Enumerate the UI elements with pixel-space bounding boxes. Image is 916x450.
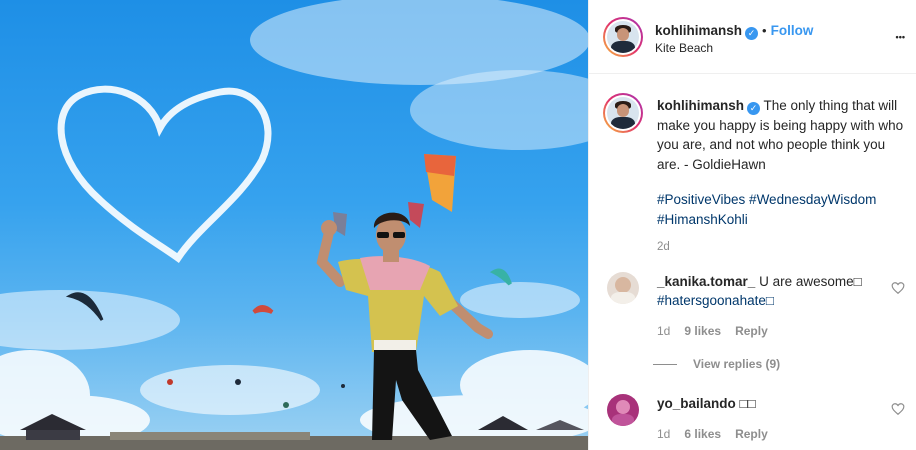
post-side-panel: kohlihimansh ✓ • Follow Kite Beach ••• kohl… — [588, 0, 916, 450]
beach-kite-scene — [0, 0, 588, 450]
commenter-avatar[interactable] — [607, 272, 639, 304]
commenter-username[interactable]: yo_bailando — [657, 396, 736, 411]
verified-badge-icon: ✓ — [747, 102, 761, 115]
caption-username[interactable]: kohlihimansh — [657, 98, 744, 113]
commenter-avatar[interactable] — [607, 394, 639, 426]
reply-button[interactable]: Reply — [735, 427, 768, 441]
comment-age[interactable]: 1d — [657, 427, 670, 441]
post-location[interactable]: Kite Beach — [655, 41, 713, 55]
caption-hashtag-name[interactable]: #HimanshKohli — [657, 210, 905, 230]
comment-text: □□ — [739, 396, 756, 411]
view-replies-label[interactable]: View replies (9) — [693, 357, 780, 371]
caption-hashtags[interactable]: #PositiveVibes #WednesdayWisdom — [657, 190, 905, 210]
author-avatar[interactable] — [603, 17, 643, 57]
replies-divider — [653, 364, 677, 366]
follow-button[interactable]: Follow — [771, 23, 814, 38]
caption-block: kohlihimansh ✓ The only thing that will m… — [589, 88, 916, 258]
caption-age[interactable]: 2d — [657, 238, 905, 258]
comment-hashtag[interactable]: #hatersgoonahate□ — [657, 291, 872, 310]
view-replies-button[interactable]: View replies (9) — [653, 357, 780, 371]
comment-age[interactable]: 1d — [657, 324, 670, 338]
more-options-icon[interactable]: ••• — [896, 32, 905, 42]
reply-button[interactable]: Reply — [735, 324, 768, 338]
commenter-username[interactable]: _kanika.tomar_ — [657, 274, 755, 289]
heart-outline-icon[interactable] — [891, 281, 905, 295]
post-header: kohlihimansh ✓ • Follow Kite Beach ••• — [589, 0, 916, 74]
comment-likes[interactable]: 9 likes — [684, 324, 721, 338]
author-username[interactable]: kohlihimansh — [655, 23, 742, 38]
post-photo[interactable] — [0, 0, 588, 450]
comment-likes[interactable]: 6 likes — [684, 427, 721, 441]
heart-outline-icon[interactable] — [891, 402, 905, 416]
heart-skywriting — [57, 85, 272, 263]
comment-item: yo_bailando □□ 1d 6 likes Reply — [607, 394, 907, 450]
caption-author-avatar[interactable] — [603, 93, 643, 133]
comment-item: _kanika.tomar_ U are awesome□ #hatersgoo… — [607, 272, 907, 362]
separator-dot: • — [762, 23, 767, 38]
comment-text: U are awesome□ — [759, 274, 862, 289]
verified-badge-icon: ✓ — [745, 27, 759, 40]
